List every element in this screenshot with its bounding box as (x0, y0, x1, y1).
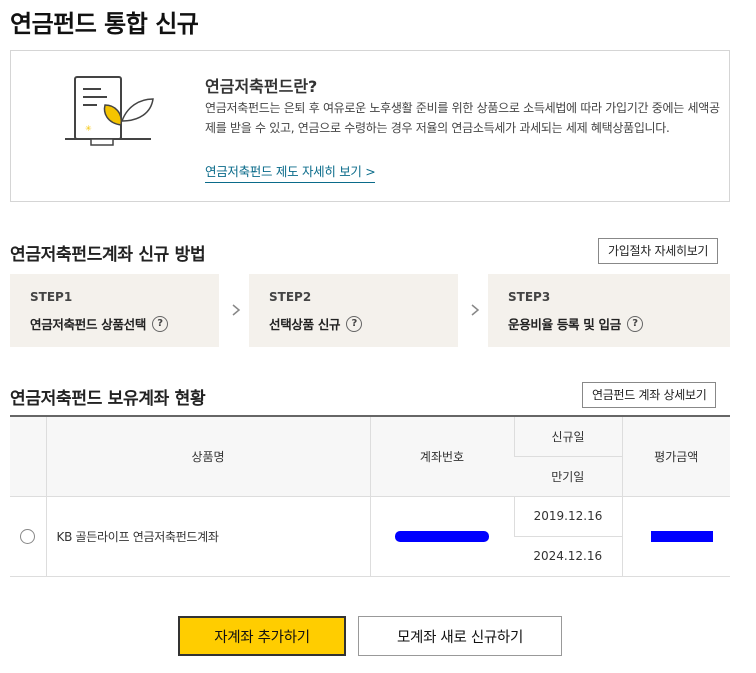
page-title: 연금펀드 통합 신규 (10, 10, 199, 38)
product-name-cell: KB 골든라이프 연금저축펀드계좌 (45, 496, 370, 577)
chevron-right-icon (471, 304, 480, 316)
step-1-text: 연금저축펀드 상품선택 (30, 317, 147, 332)
step-2-text: 선택상품 신규 (269, 317, 341, 332)
chevron-right-icon (232, 304, 241, 316)
document-plant-icon: ✳ (65, 76, 154, 146)
step-2-box: STEP2 선택상품 신규 ? (249, 274, 458, 347)
holdings-table: 상품명 계좌번호 신규일 평가금액 만기일 KB 골든라이프 연금저축펀드계좌 … (10, 415, 730, 577)
step-1-label: STEP1 (30, 290, 73, 304)
step-3-box: STEP3 운용비율 등록 및 입금 ? (488, 274, 730, 347)
valuation-cell (621, 496, 730, 577)
add-sub-account-button[interactable]: 자계좌 추가하기 (178, 616, 346, 656)
select-column-header (10, 415, 46, 497)
account-column-header: 계좌번호 (369, 415, 514, 497)
row-select-cell[interactable] (10, 496, 46, 577)
step-2-desc: 선택상품 신규 ? (269, 314, 363, 333)
step-3-text: 운용비율 등록 및 입금 (508, 317, 621, 332)
step-1-desc: 연금저축펀드 상품선택 ? (30, 314, 169, 333)
maturity-date-cell: 2024.12.16 (514, 536, 622, 577)
signup-procedure-detail-button[interactable]: 가입절차 자세히보기 (598, 238, 719, 264)
help-icon[interactable]: ? (626, 315, 643, 332)
step-2-label: STEP2 (269, 290, 312, 304)
valuation-column-header: 평가금액 (621, 415, 730, 497)
masked-valuation-amount (650, 531, 713, 542)
new-master-account-button[interactable]: 모계좌 새로 신규하기 (358, 616, 562, 656)
account-radio[interactable] (20, 528, 36, 544)
product-column-header: 상품명 (45, 415, 370, 497)
masked-account-number (395, 531, 489, 542)
intro-heading: 연금저축펀드란? (205, 77, 318, 96)
table-row[interactable]: KB 골든라이프 연금저축펀드계좌 2019.12.16 (10, 496, 730, 577)
open-date-column-header: 신규일 (513, 415, 622, 457)
step-1-box: STEP1 연금저축펀드 상품선택 ? (10, 274, 219, 347)
step-3-desc: 운용비율 등록 및 입금 ? (508, 314, 643, 333)
svg-text:✳: ✳ (85, 124, 92, 133)
signup-method-title: 연금저축펀드계좌 신규 방법 (10, 245, 206, 265)
intro-description: 연금저축펀드는 은퇴 후 여유로운 노후생활 준비를 위한 상품으로 소득세법에… (205, 101, 720, 135)
open-date-cell: 2019.12.16 (513, 496, 622, 537)
holdings-title: 연금저축펀드 보유계좌 현황 (10, 389, 206, 409)
account-detail-button[interactable]: 연금펀드 계좌 상세보기 (582, 382, 717, 408)
pension-fund-detail-link[interactable]: 연금저축펀드 제도 자세히 보기 > (205, 161, 376, 183)
step-3-label: STEP3 (508, 290, 551, 304)
help-icon[interactable]: ? (152, 315, 169, 332)
account-number-cell (369, 496, 514, 577)
intro-box: ✳ 연금저축펀드란? 연금저축펀드는 은퇴 후 여유로운 노후생활 준비를 위한… (10, 50, 730, 202)
help-icon[interactable]: ? (346, 315, 363, 332)
maturity-date-column-header: 만기일 (514, 456, 622, 497)
